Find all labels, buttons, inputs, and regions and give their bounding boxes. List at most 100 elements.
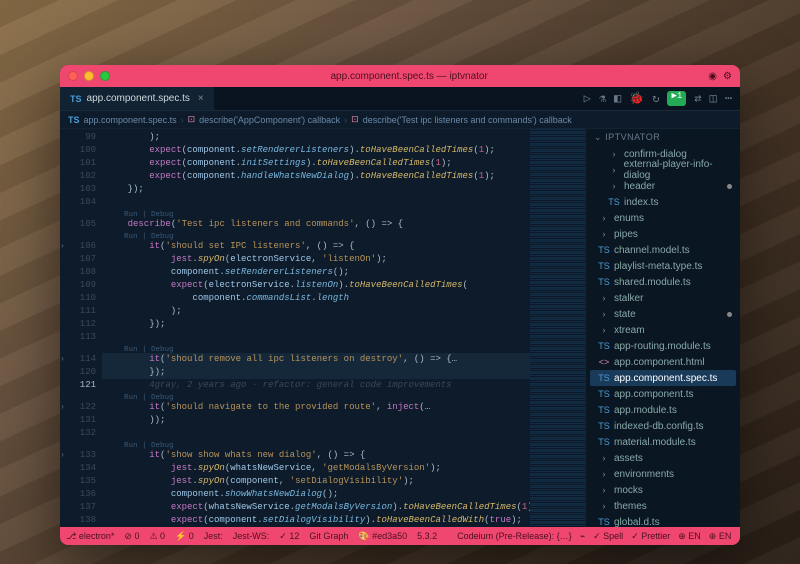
run-count-badge[interactable]: ▶1 bbox=[667, 91, 686, 106]
line-number[interactable]: 102 bbox=[62, 170, 96, 183]
beaker-icon[interactable]: ⚗ bbox=[599, 91, 606, 106]
line-number[interactable]: 120 bbox=[62, 366, 96, 379]
line-number[interactable]: 109 bbox=[62, 279, 96, 292]
code-line[interactable]: component.showWhatsNewDialog(); bbox=[102, 488, 530, 501]
file-tree-item[interactable]: TSshared.module.ts bbox=[590, 274, 736, 290]
code-line[interactable]: expect(component.setDialogVisibility).to… bbox=[102, 514, 530, 527]
code-line[interactable]: it('should remove all ipc listeners on d… bbox=[102, 353, 530, 366]
code-line[interactable] bbox=[102, 196, 530, 209]
line-number[interactable]: ▷105 bbox=[62, 218, 96, 231]
line-number[interactable]: 132 bbox=[62, 427, 96, 440]
file-tree-item[interactable]: TSindex.ts bbox=[590, 194, 736, 210]
file-tree-item[interactable]: ›pipes bbox=[590, 226, 736, 242]
status-item[interactable]: 🔔 bbox=[739, 531, 740, 542]
breadcrumb-segment[interactable]: describe('Test ipc listeners and command… bbox=[363, 115, 572, 125]
status-item[interactable]: 🎨 #ed3a50 bbox=[358, 531, 407, 542]
line-gutter[interactable]: 99100101102103104▷105▷›10610710810911011… bbox=[60, 129, 102, 527]
debug-icon[interactable]: 🐞 bbox=[629, 91, 644, 106]
file-tree-item[interactable]: ›external-player-info-dialog bbox=[590, 162, 736, 178]
code-area[interactable]: ); expect(component.setRendererListeners… bbox=[102, 129, 530, 527]
breadcrumb[interactable]: TS app.component.spec.ts › ⊡ describe('A… bbox=[60, 111, 740, 129]
file-tree-item[interactable]: TSapp-routing.module.ts bbox=[590, 338, 736, 354]
status-item[interactable]: ⊕ EN bbox=[678, 531, 701, 542]
code-line[interactable]: expect(whatsNewService.getModalsByVersio… bbox=[102, 501, 530, 514]
file-tree-item[interactable]: TSplaylist-meta.type.ts bbox=[590, 258, 736, 274]
file-tree-item[interactable]: <>app.component.html bbox=[590, 354, 736, 370]
code-line[interactable]: component.setRendererListeners(); bbox=[102, 266, 530, 279]
code-line[interactable]: }); bbox=[102, 183, 530, 196]
status-item[interactable]: ⊕ EN bbox=[709, 531, 732, 542]
run-icon[interactable]: ▷ bbox=[584, 91, 591, 106]
breadcrumb-segment[interactable]: describe('AppComponent') callback bbox=[199, 115, 340, 125]
code-line[interactable]: jest.spyOn(whatsNewService, 'getModalsBy… bbox=[102, 462, 530, 475]
line-number[interactable]: 134 bbox=[62, 462, 96, 475]
status-item[interactable]: Codeium (Pre-Release): {…} bbox=[457, 531, 572, 542]
file-tree-item[interactable]: ›themes bbox=[590, 498, 736, 514]
file-tree-item[interactable]: ›mocks bbox=[590, 482, 736, 498]
code-line[interactable]: }); bbox=[102, 318, 530, 331]
line-number[interactable]: ▷›114 bbox=[62, 353, 96, 366]
code-line[interactable]: jest.spyOn(electronService, 'listenOn'); bbox=[102, 253, 530, 266]
status-item[interactable]: ✓ Prettier bbox=[631, 531, 670, 542]
tab-close-icon[interactable]: × bbox=[198, 93, 204, 104]
code-line[interactable]: component.commandsList.length bbox=[102, 292, 530, 305]
code-line[interactable] bbox=[102, 427, 530, 440]
line-number[interactable]: 103 bbox=[62, 183, 96, 196]
file-tree-item[interactable]: ›state bbox=[590, 306, 736, 322]
status-item[interactable]: ✓ Spell bbox=[593, 531, 623, 542]
code-line[interactable] bbox=[102, 331, 530, 344]
status-item[interactable]: 5.3.2 bbox=[417, 531, 437, 542]
code-line[interactable]: expect(component.handleWhatsNewDialog).t… bbox=[102, 170, 530, 183]
more-icon[interactable]: ⋯ bbox=[725, 91, 732, 106]
settings-gear-icon[interactable]: ⚙ bbox=[723, 71, 732, 82]
code-line[interactable]: describe('Test ipc listeners and command… bbox=[102, 218, 530, 231]
status-item[interactable]: ⊘ 0 bbox=[124, 531, 139, 542]
file-tree-item[interactable]: TSapp.component.ts bbox=[590, 386, 736, 402]
code-line[interactable]: ); bbox=[102, 131, 530, 144]
minimap[interactable] bbox=[530, 129, 585, 527]
line-number[interactable]: 121 bbox=[62, 379, 96, 392]
split-editor-icon[interactable]: ◫ bbox=[710, 91, 717, 106]
line-number[interactable]: 100 bbox=[62, 144, 96, 157]
code-line[interactable]: }); bbox=[102, 366, 530, 379]
refresh-icon[interactable]: ↻ bbox=[652, 91, 659, 106]
explorer-header[interactable]: ⌄ IPTVNATOR bbox=[586, 129, 740, 146]
file-tree-item[interactable]: ›environments bbox=[590, 466, 736, 482]
status-item[interactable]: Jest-WS: bbox=[233, 531, 270, 542]
line-number[interactable]: 107 bbox=[62, 253, 96, 266]
line-number[interactable]: ▷›133 bbox=[62, 449, 96, 462]
code-line[interactable]: it('should navigate to the provided rout… bbox=[102, 401, 530, 414]
coverage-icon[interactable]: ◧ bbox=[614, 91, 621, 106]
line-number[interactable]: 112 bbox=[62, 318, 96, 331]
status-item[interactable]: Git Graph bbox=[309, 531, 348, 542]
editor-tab[interactable]: TS app.component.spec.ts × bbox=[60, 87, 215, 110]
line-number[interactable]: 110 bbox=[62, 292, 96, 305]
file-tree-item[interactable]: TSmaterial.module.ts bbox=[590, 434, 736, 450]
status-item[interactable]: ⎇ electron* bbox=[66, 531, 114, 542]
code-line[interactable]: expect(component.initSettings).toHaveBee… bbox=[102, 157, 530, 170]
line-number[interactable]: ▷›106 bbox=[62, 240, 96, 253]
file-tree-item[interactable]: TSglobal.d.ts bbox=[590, 514, 736, 527]
file-tree-item[interactable]: ›xtream bbox=[590, 322, 736, 338]
file-tree-item[interactable]: TSchannel.model.ts bbox=[590, 242, 736, 258]
status-item[interactable]: ⚠ 0 bbox=[149, 531, 165, 542]
file-tree-item[interactable]: TSindexed-db.config.ts bbox=[590, 418, 736, 434]
maximize-window-icon[interactable] bbox=[100, 71, 110, 81]
line-number[interactable]: 136 bbox=[62, 488, 96, 501]
file-tree-item[interactable]: ›assets bbox=[590, 450, 736, 466]
minimize-window-icon[interactable] bbox=[84, 71, 94, 81]
line-number[interactable]: 135 bbox=[62, 475, 96, 488]
status-item[interactable]: Jest: bbox=[204, 531, 223, 542]
file-tree-item[interactable]: ›stalker bbox=[590, 290, 736, 306]
close-window-icon[interactable] bbox=[68, 71, 78, 81]
code-line[interactable]: expect(electronService.listenOn).toHaveB… bbox=[102, 279, 530, 292]
breadcrumb-segment[interactable]: app.component.spec.ts bbox=[84, 115, 177, 125]
code-line[interactable]: expect(component.setRendererListeners).t… bbox=[102, 144, 530, 157]
editor-pane[interactable]: 99100101102103104▷105▷›10610710810911011… bbox=[60, 129, 585, 527]
line-number[interactable]: 113 bbox=[62, 331, 96, 344]
code-line[interactable]: it('show show whats new dialog', () => { bbox=[102, 449, 530, 462]
status-item[interactable]: ✓ 12 bbox=[279, 531, 299, 542]
line-number[interactable]: 104 bbox=[62, 196, 96, 209]
line-number[interactable]: 108 bbox=[62, 266, 96, 279]
file-tree-item[interactable]: TSapp.module.ts bbox=[590, 402, 736, 418]
